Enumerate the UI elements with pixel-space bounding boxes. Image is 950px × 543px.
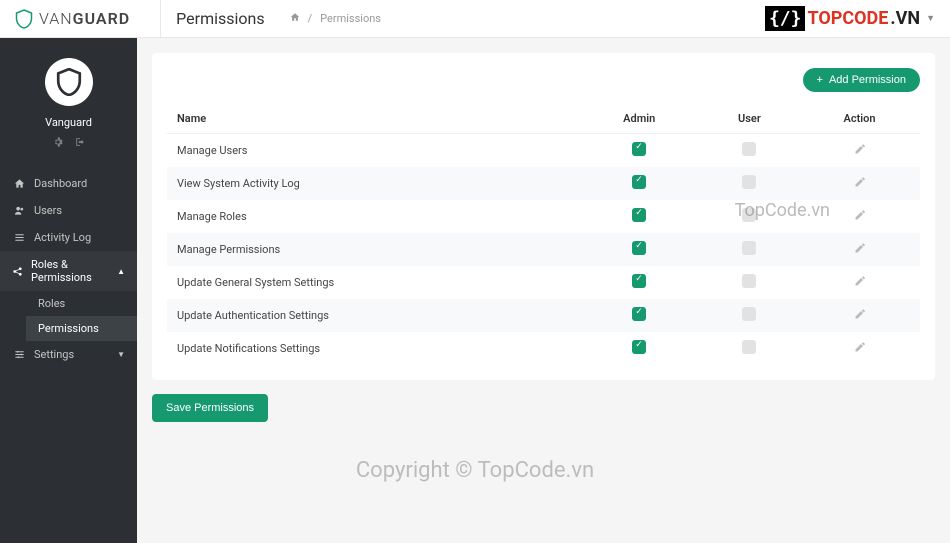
perm-name: Manage Users — [167, 134, 579, 168]
breadcrumb: / Permissions — [290, 12, 381, 25]
sidebar-item-label: Dashboard — [34, 177, 87, 190]
profile-name: Vanguard — [45, 116, 92, 129]
th-action: Action — [799, 104, 920, 134]
chevron-down-icon: ▼ — [117, 350, 125, 359]
sidebar-item-activity[interactable]: Activity Log — [0, 224, 137, 251]
sidebar-item-label: Roles — [38, 297, 65, 310]
permissions-table: Name Admin User Action Manage UsersView … — [167, 104, 920, 365]
checkbox-admin[interactable] — [632, 142, 646, 156]
permissions-card: + Add Permission Name Admin User Action … — [152, 53, 935, 380]
chevron-down-icon[interactable]: ▼ — [926, 13, 935, 24]
table-row: Update Notifications Settings — [167, 332, 920, 365]
brand-text-bold: GUARD — [73, 9, 131, 28]
checkbox-user[interactable] — [742, 175, 756, 189]
sliders-icon — [12, 349, 26, 360]
gear-icon[interactable] — [53, 137, 63, 150]
sidebar-item-settings[interactable]: Settings ▼ — [0, 341, 137, 368]
sidebar-item-roles-permissions[interactable]: Roles & Permissions ▲ — [0, 251, 137, 291]
checkbox-user[interactable] — [742, 340, 756, 354]
edit-icon[interactable] — [854, 244, 866, 257]
table-row: Update General System Settings — [167, 266, 920, 299]
perm-name: Manage Permissions — [167, 233, 579, 266]
checkbox-user[interactable] — [742, 208, 756, 222]
checkbox-user[interactable] — [742, 307, 756, 321]
edit-icon[interactable] — [854, 343, 866, 356]
checkbox-admin[interactable] — [632, 175, 646, 189]
sidebar-item-label: Activity Log — [34, 231, 91, 244]
plus-icon: + — [817, 74, 823, 86]
table-row: Manage Roles — [167, 200, 920, 233]
sidebar-item-label: Roles & Permissions — [31, 258, 109, 284]
save-permissions-button[interactable]: Save Permissions — [152, 394, 268, 422]
logout-icon[interactable] — [75, 137, 85, 150]
perm-name: Update Authentication Settings — [167, 299, 579, 332]
checkbox-admin[interactable] — [632, 307, 646, 321]
breadcrumb-current: Permissions — [320, 12, 381, 25]
button-label: Save Permissions — [166, 402, 254, 414]
sidebar-item-dashboard[interactable]: Dashboard — [0, 170, 137, 197]
watermark-logo-top: {/} TOPCODE.VN — [765, 6, 920, 31]
sidebar-item-label: Permissions — [38, 322, 99, 335]
checkbox-admin[interactable] — [632, 208, 646, 222]
shield-icon — [15, 9, 33, 29]
add-permission-button[interactable]: + Add Permission — [803, 68, 920, 92]
sidebar: Vanguard Dashboard Users Activity Log — [0, 38, 137, 543]
edit-icon[interactable] — [854, 211, 866, 224]
topbar: VANGUARD Permissions / Permissions {/} T… — [0, 0, 950, 38]
nav-sub-roles: Roles Permissions — [0, 291, 137, 341]
table-row: Update Authentication Settings — [167, 299, 920, 332]
th-name: Name — [167, 104, 579, 134]
main: + Add Permission Name Admin User Action … — [137, 38, 950, 543]
sidebar-item-permissions[interactable]: Permissions — [26, 316, 137, 341]
shield-icon — [56, 68, 82, 96]
table-row: Manage Permissions — [167, 233, 920, 266]
checkbox-user[interactable] — [742, 241, 756, 255]
perm-name: View System Activity Log — [167, 167, 579, 200]
users-icon — [12, 205, 26, 216]
checkbox-admin[interactable] — [632, 241, 646, 255]
edit-icon[interactable] — [854, 178, 866, 191]
brand[interactable]: VANGUARD — [15, 9, 130, 29]
checkbox-admin[interactable] — [632, 274, 646, 288]
perm-name: Update General System Settings — [167, 266, 579, 299]
table-row: View System Activity Log — [167, 167, 920, 200]
edit-icon[interactable] — [854, 310, 866, 323]
sidebar-item-label: Users — [34, 204, 62, 217]
chevron-up-icon: ▲ — [117, 267, 125, 276]
home-icon — [12, 178, 26, 189]
th-user: User — [700, 104, 799, 134]
table-row: Manage Users — [167, 134, 920, 168]
brand-text-light: VAN — [39, 9, 73, 28]
checkbox-user[interactable] — [742, 274, 756, 288]
sidebar-item-users[interactable]: Users — [0, 197, 137, 224]
th-admin: Admin — [579, 104, 700, 134]
home-icon[interactable] — [290, 12, 300, 25]
share-icon — [12, 266, 23, 277]
checkbox-admin[interactable] — [632, 340, 646, 354]
edit-icon[interactable] — [854, 145, 866, 158]
edit-icon[interactable] — [854, 277, 866, 290]
perm-name: Manage Roles — [167, 200, 579, 233]
page-title: Permissions — [160, 0, 279, 38]
perm-name: Update Notifications Settings — [167, 332, 579, 365]
avatar[interactable] — [45, 58, 93, 106]
checkbox-user[interactable] — [742, 142, 756, 156]
nav: Dashboard Users Activity Log Roles & Per… — [0, 170, 137, 368]
sidebar-item-label: Settings — [34, 348, 74, 361]
sidebar-item-roles[interactable]: Roles — [26, 291, 137, 316]
list-icon — [12, 232, 26, 243]
button-label: Add Permission — [829, 74, 906, 86]
top-right: {/} TOPCODE.VN ▼ — [765, 6, 935, 31]
